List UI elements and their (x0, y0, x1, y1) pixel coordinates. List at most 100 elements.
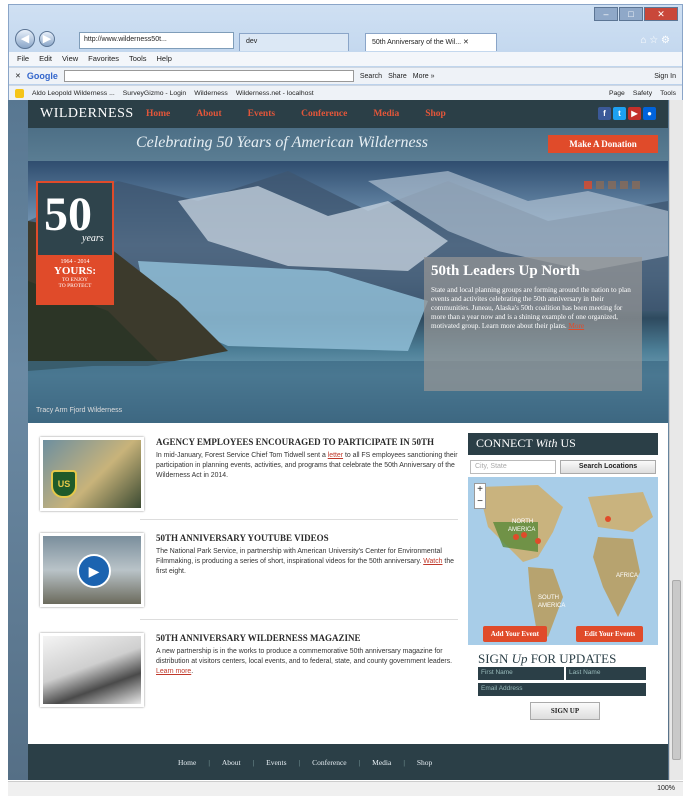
zoom-level[interactable]: 100% (657, 785, 675, 792)
top-nav: WILDERNESS Home About Events Conference … (28, 100, 668, 128)
twitter-icon[interactable]: t (613, 107, 626, 120)
nav-shop[interactable]: Shop (425, 109, 446, 119)
tab-label: dev (246, 38, 258, 45)
fav-wilderness-net[interactable]: Wilderness.net - localhost (236, 90, 314, 97)
slide-dot[interactable] (608, 181, 616, 189)
slide-caption-box: 50th Leaders Up North State and local pl… (424, 257, 642, 391)
logo-sub2: TO PROTECT (58, 283, 92, 289)
footer-home[interactable]: Home (178, 758, 196, 767)
50-years-logo[interactable]: 50 years 1964 - 2014 YOURS: TO ENJOY TO … (36, 181, 114, 305)
slide-dot[interactable] (620, 181, 628, 189)
fav-surveygizmo[interactable]: SurveyGizmo - Login (123, 90, 186, 97)
menu-bar: File Edit View Favorites Tools Help (9, 52, 682, 66)
news-title[interactable]: 50TH ANNIVERSARY WILDERNESS MAGAZINE (156, 633, 360, 643)
tab-label: 50th Anniversary of the Wil... (372, 39, 462, 46)
maximize-icon[interactable]: □ (619, 7, 643, 21)
slide-dot[interactable] (596, 181, 604, 189)
slide-dot[interactable] (584, 181, 592, 189)
map-label: AMERICA (538, 603, 566, 609)
tab-50th-anniversary[interactable]: 50th Anniversary of the Wil... ✕ (365, 33, 497, 51)
events-map[interactable]: NORTH AMERICA SOUTH AMERICA AFRICA + − (468, 477, 658, 645)
status-bar: 100% (8, 781, 683, 796)
menu-file[interactable]: File (17, 54, 29, 64)
news-item: ▶ 50TH ANNIVERSARY YOUTUBE VIDEOS The Na… (40, 525, 460, 609)
news-link[interactable]: Learn more (156, 668, 191, 675)
news-body: A new partnership is in the works to pro… (156, 647, 466, 677)
menu-edit[interactable]: Edit (39, 54, 52, 64)
magazine-thumbnail[interactable] (40, 633, 144, 707)
footer-shop[interactable]: Shop (417, 758, 432, 767)
city-state-input[interactable]: City, State (470, 460, 556, 474)
favorites-star-icon[interactable] (15, 89, 24, 98)
footer-media[interactable]: Media (372, 758, 391, 767)
facebook-icon[interactable]: f (598, 107, 611, 120)
add-event-button[interactable]: Add Your Event (482, 626, 547, 642)
cmd-page[interactable]: Page (609, 90, 625, 97)
slide-indicators (584, 181, 640, 189)
tagline-bar: Celebrating 50 Years of American Wildern… (28, 128, 668, 161)
footer-conference[interactable]: Conference (312, 758, 347, 767)
footer-separator: | (208, 758, 210, 767)
tab-dev[interactable]: dev (239, 33, 349, 51)
slide-dot[interactable] (632, 181, 640, 189)
video-thumbnail[interactable]: ▶ (40, 533, 144, 607)
news-body: The National Park Service, in partnershi… (156, 547, 466, 577)
address-bar[interactable]: http://www.wilderness50t... (79, 32, 234, 49)
social-links: f t ▶ ● (598, 107, 656, 120)
google-search-input[interactable] (63, 70, 354, 82)
cmd-tools[interactable]: Tools (660, 90, 676, 97)
nav-media[interactable]: Media (373, 109, 399, 119)
email-field[interactable]: Email Address (478, 683, 646, 696)
news-title[interactable]: AGENCY EMPLOYEES ENCOURAGED TO PARTICIPA… (156, 437, 434, 447)
home-star-gear-icons[interactable]: ⌂ ☆ ⚙ (640, 35, 670, 46)
nav-conference[interactable]: Conference (301, 109, 347, 119)
forward-icon[interactable]: ▶ (39, 31, 55, 47)
news-link[interactable]: Watch (423, 558, 442, 565)
sidebar: CONNECT With US City, State Search Locat… (468, 433, 658, 733)
footer-events[interactable]: Events (266, 758, 286, 767)
back-icon[interactable]: ◀ (15, 29, 35, 49)
browser-window: – □ ✕ ◀ ▶ http://www.wilderness50t... de… (8, 4, 683, 101)
play-icon[interactable]: ▶ (77, 554, 111, 588)
edit-events-button[interactable]: Edit Your Events (576, 626, 644, 642)
nav-home[interactable]: Home (146, 109, 170, 119)
photo-caption: Tracy Arm Fjord Wilderness (36, 407, 123, 414)
youtube-icon[interactable]: ▶ (628, 107, 641, 120)
slide-title: 50th Leaders Up North (431, 263, 580, 279)
donate-button[interactable]: Make A Donation (548, 135, 658, 153)
more-button[interactable]: More » (413, 73, 435, 80)
connect-heading-text: US (557, 436, 576, 450)
map-zoom-control[interactable]: + − (474, 483, 486, 509)
hero-slideshow[interactable]: 50 years 1964 - 2014 YOURS: TO ENJOY TO … (28, 161, 668, 423)
menu-help[interactable]: Help (157, 54, 172, 64)
close-toolbar-icon[interactable]: ✕ (15, 72, 21, 80)
menu-view[interactable]: View (62, 54, 78, 64)
close-icon[interactable]: ✕ (644, 7, 678, 21)
share-button[interactable]: Share (388, 73, 407, 80)
search-locations-button[interactable]: Search Locations (560, 460, 656, 474)
fav-aldo-leopold[interactable]: Aldo Leopold Wilderness ... (32, 90, 115, 97)
vertical-scrollbar[interactable] (669, 100, 683, 780)
menu-favorites[interactable]: Favorites (88, 54, 119, 64)
first-name-field[interactable]: First Name (478, 667, 564, 680)
cmd-safety[interactable]: Safety (633, 90, 652, 97)
content-area: US AGENCY EMPLOYEES ENCOURAGED TO PARTIC… (28, 423, 668, 744)
nav-about[interactable]: About (196, 109, 221, 119)
scrollbar-thumb[interactable] (672, 580, 681, 760)
news-link[interactable]: letter (328, 452, 343, 459)
footer-about[interactable]: About (222, 758, 241, 767)
logo-yours: YOURS: (53, 265, 97, 277)
news-thumbnail[interactable]: US (40, 437, 144, 511)
minimize-icon[interactable]: – (594, 7, 618, 21)
nav-events[interactable]: Events (248, 109, 275, 119)
search-button[interactable]: Search (360, 73, 382, 80)
last-name-field[interactable]: Last Name (566, 667, 646, 680)
news-title[interactable]: 50TH ANNIVERSARY YOUTUBE VIDEOS (156, 533, 329, 543)
signup-button[interactable]: SIGN UP (530, 702, 600, 720)
menu-tools[interactable]: Tools (129, 54, 147, 64)
signin-button[interactable]: Sign In (654, 73, 676, 80)
flickr-icon[interactable]: ● (643, 107, 656, 120)
site-brand[interactable]: WILDERNESS (40, 106, 134, 122)
slide-more-link[interactable]: More (569, 322, 585, 330)
fav-wilderness[interactable]: Wilderness (194, 90, 228, 97)
